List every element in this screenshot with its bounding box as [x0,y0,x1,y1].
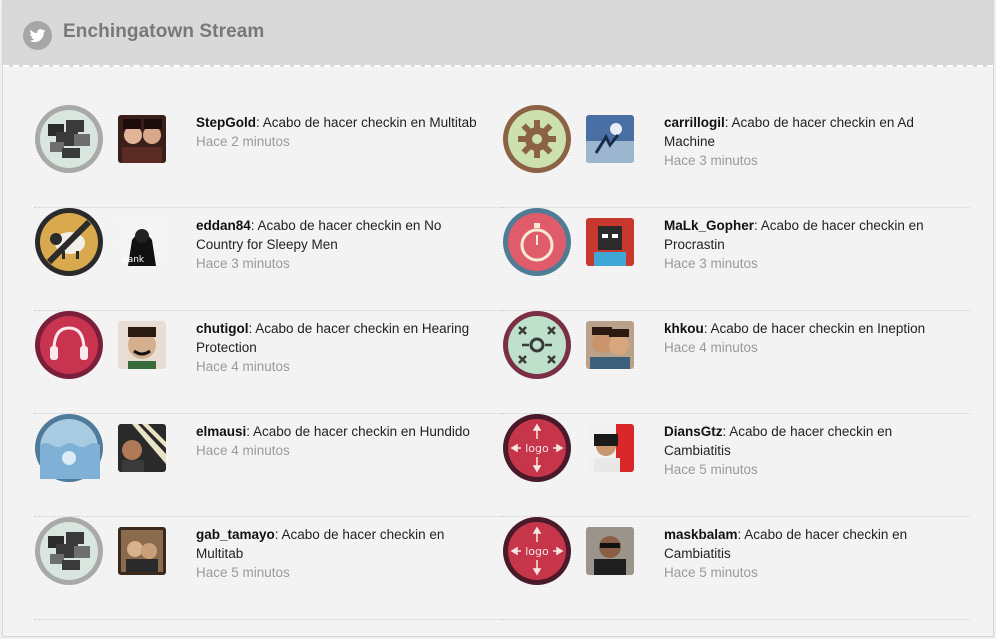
divider [34,619,502,620]
timestamp: Hace 3 minutos [664,153,758,168]
no-sheep-badge-icon[interactable] [34,207,104,277]
sunken-badge-icon[interactable] [34,413,104,483]
avatar[interactable] [586,527,634,575]
inception-badge-icon[interactable] [502,310,572,380]
stream-text: chutigol: Acabo de hacer checkin en Hear… [196,319,486,376]
stream-text: DiansGtz: Acabo de hacer checkin en Camb… [664,422,954,479]
stream-text: StepGold: Acabo de hacer checkin en Mult… [196,113,486,151]
timestamp: Hace 2 minutos [196,134,290,149]
logo-move-badge-icon[interactable]: logo [502,516,572,586]
timestamp: Hace 4 minutos [196,359,290,374]
stopwatch-badge-icon[interactable] [502,207,572,277]
timestamp: Hace 5 minutos [664,462,758,477]
username-link[interactable]: maskbalam [664,527,738,542]
username-link[interactable]: gab_tamayo [196,527,275,542]
username-link[interactable]: DiansGtz [664,424,723,439]
stream-item: logo DiansGtz: Acabo de hacer checkin en… [502,414,970,517]
multitab-badge-icon[interactable] [34,516,104,586]
avatar[interactable] [586,424,634,472]
username-link[interactable]: chutigol [196,321,249,336]
stream-item: dank eddan84: Acabo de hacer checkin en … [34,208,502,311]
username-link[interactable]: elmausi [196,424,246,439]
timestamp: Hace 3 minutos [664,256,758,271]
stream-text: maskbalam: Acabo de hacer checkin en Cam… [664,525,954,582]
headphones-badge-icon[interactable] [34,310,104,380]
stream-item: logo maskbalam: Acabo de hacer checkin e… [502,517,970,620]
stream-item: MaLk_Gopher: Acabo de hacer checkin en P… [502,208,970,311]
twitter-bird-icon [23,21,52,50]
avatar[interactable] [586,218,634,266]
timestamp: Hace 3 minutos [196,256,290,271]
stream-header: Enchingatown Stream [3,1,993,67]
avatar[interactable] [118,115,166,163]
logo-text: logo [525,545,549,558]
stream-text: eddan84: Acabo de hacer checkin en No Co… [196,216,486,273]
checkin-message: : Acabo de hacer checkin en Ineption [703,321,926,336]
username-link[interactable]: khkou [664,321,704,336]
stream-text: khkou: Acabo de hacer checkin en Ineptio… [664,319,954,357]
checkin-message: : Acabo de hacer checkin en Multitab [256,115,477,130]
stream-text: MaLk_Gopher: Acabo de hacer checkin en P… [664,216,954,273]
stream-item: carrillogil: Acabo de hacer checkin en A… [502,105,970,208]
username-link[interactable]: MaLk_Gopher [664,218,754,233]
logo-text: logo [525,442,549,455]
avatar[interactable] [586,115,634,163]
page-title: Enchingatown Stream [63,21,265,42]
stream-item: khkou: Acabo de hacer checkin en Ineptio… [502,311,970,414]
stream-item: elmausi: Acabo de hacer checkin en Hundi… [34,414,502,517]
divider [502,619,970,620]
stream-text: gab_tamayo: Acabo de hacer checkin en Mu… [196,525,486,582]
timestamp: Hace 5 minutos [664,565,758,580]
timestamp: Hace 5 minutos [196,565,290,580]
stream-item: chutigol: Acabo de hacer checkin en Hear… [34,311,502,414]
avatar[interactable] [586,321,634,369]
avatar[interactable] [118,424,166,472]
timestamp: Hace 4 minutos [664,340,758,355]
username-link[interactable]: StepGold [196,115,256,130]
stream-panel: Enchingatown Stream StepGold: Acabo de h… [2,0,994,637]
avatar[interactable] [118,321,166,369]
checkin-message: : Acabo de hacer checkin en Hundido [246,424,470,439]
username-link[interactable]: eddan84 [196,218,251,233]
stream-item: StepGold: Acabo de hacer checkin en Mult… [34,105,502,208]
stream-text: carrillogil: Acabo de hacer checkin en A… [664,113,954,170]
svg-text:dank: dank [122,255,145,265]
avatar[interactable]: dank [118,218,166,266]
logo-move-badge-icon[interactable]: logo [502,413,572,483]
username-link[interactable]: carrillogil [664,115,725,130]
stream-item: gab_tamayo: Acabo de hacer checkin en Mu… [34,517,502,620]
stream-text: elmausi: Acabo de hacer checkin en Hundi… [196,422,486,460]
timestamp: Hace 4 minutos [196,443,290,458]
ad-machine-badge-icon[interactable] [502,104,572,174]
avatar[interactable] [118,527,166,575]
multitab-badge-icon[interactable] [34,104,104,174]
